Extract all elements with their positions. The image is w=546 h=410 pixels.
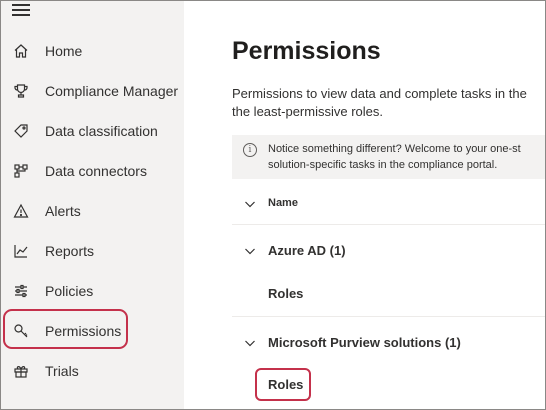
group-label: Microsoft Purview solutions (1) — [268, 334, 461, 350]
notice-text: Notice something different? Welcome to y… — [268, 141, 521, 173]
sidebar-item-alerts[interactable]: Alerts — [1, 191, 184, 231]
sidebar-item-home[interactable]: Home — [1, 31, 184, 71]
column-header-label: Name — [268, 197, 298, 209]
sidebar-item-label: Data connectors — [45, 163, 147, 179]
page-title: Permissions — [232, 37, 381, 65]
notice-line: Notice something different? Welcome to y… — [268, 143, 521, 155]
main-content: Permissions Permissions to view data and… — [184, 1, 545, 409]
group-row-azure-ad[interactable]: Azure AD (1) — [232, 227, 545, 273]
hamburger-menu-icon[interactable] — [12, 4, 30, 16]
roles-link-azure-ad[interactable]: Roles — [232, 270, 545, 316]
divider — [232, 224, 545, 225]
sidebar-item-label: Alerts — [45, 203, 81, 219]
warning-icon — [12, 202, 30, 220]
description-line: the least-permissive roles. — [232, 104, 383, 119]
group-label: Azure AD (1) — [268, 242, 346, 258]
chevron-down-icon — [244, 336, 256, 348]
permissions-highlight-annotation — [3, 309, 128, 349]
info-icon: i — [243, 143, 257, 157]
sidebar-item-label: Home — [45, 43, 83, 59]
connector-icon — [12, 162, 30, 180]
sidebar-item-label: Policies — [45, 283, 94, 299]
sidebar-item-policies[interactable]: Policies — [1, 271, 184, 311]
sidebar-item-label: Compliance Manager — [45, 83, 179, 99]
sidebar-item-data-classification[interactable]: Data classification — [1, 111, 184, 151]
tag-icon — [12, 122, 30, 140]
sidebar-item-label: Trials — [45, 363, 79, 379]
sidebar-item-data-connectors[interactable]: Data connectors — [1, 151, 184, 191]
sidebar-item-label: Data classification — [45, 123, 158, 139]
sidebar-item-reports[interactable]: Reports — [1, 231, 184, 271]
group-row-purview[interactable]: Microsoft Purview solutions (1) — [232, 319, 545, 365]
trophy-icon — [12, 82, 30, 100]
roles-label: Roles — [268, 285, 304, 301]
chevron-down-icon — [244, 244, 256, 256]
description-line: Permissions to view data and complete ta… — [232, 86, 527, 101]
chart-icon — [12, 242, 30, 260]
page-description: Permissions to view data and complete ta… — [232, 85, 545, 121]
name-column-header[interactable]: Name — [232, 180, 545, 226]
sidebar-item-trials[interactable]: Trials — [1, 351, 184, 391]
notice-banner: i Notice something different? Welcome to… — [232, 135, 545, 179]
divider — [232, 316, 545, 317]
notice-line: solution-specific tasks in the complianc… — [268, 159, 498, 171]
home-icon — [12, 42, 30, 60]
app-window: Home Compliance Manager Data classificat… — [0, 0, 546, 410]
sidebar-item-compliance-manager[interactable]: Compliance Manager — [1, 71, 184, 111]
sliders-icon — [12, 282, 30, 300]
gift-icon — [12, 362, 30, 380]
roles-highlight-annotation — [255, 368, 311, 401]
sidebar-item-label: Reports — [45, 243, 95, 259]
chevron-down-icon — [244, 197, 256, 209]
